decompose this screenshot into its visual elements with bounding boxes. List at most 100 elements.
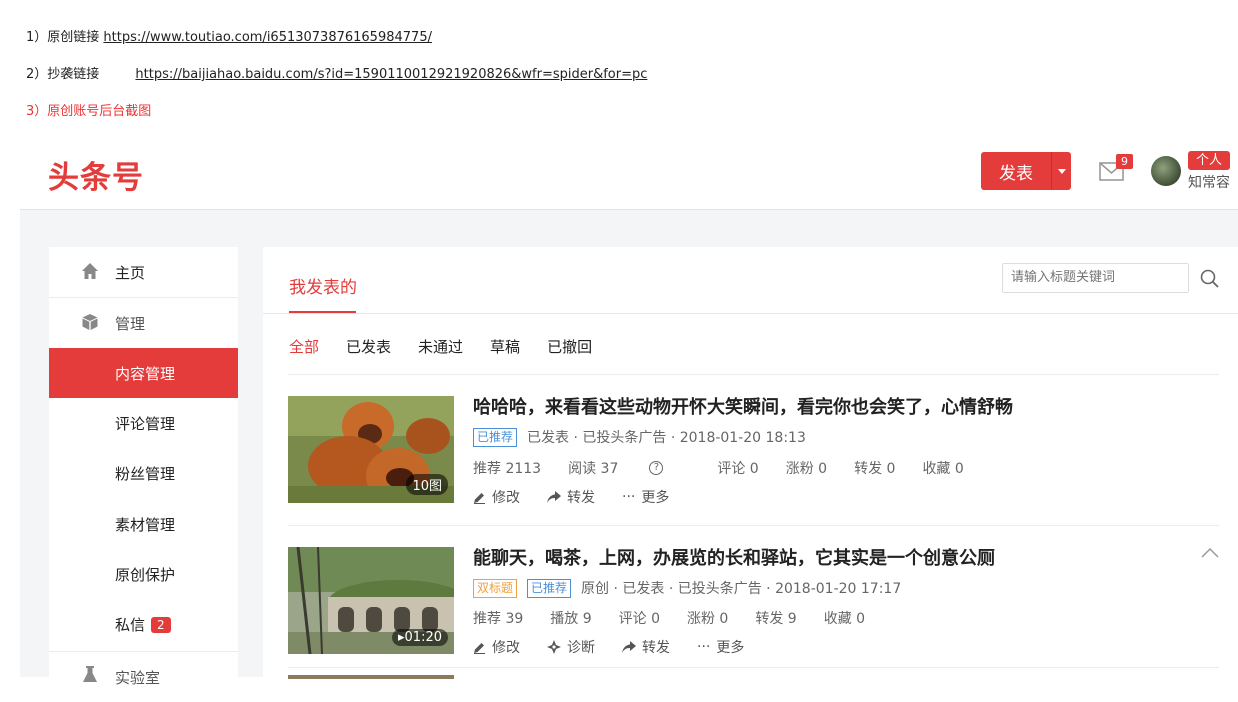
share-arrow-icon [547, 491, 561, 503]
publish-label[interactable]: 发表 [981, 159, 1051, 184]
filter-all[interactable]: 全部 [289, 336, 319, 357]
sidebar-item-content[interactable]: 内容管理 [49, 348, 238, 398]
sidebar: 主页 管理 内容管理 评论管理 粉丝管理 素材管理 原创保护 私信 2 实验室 [49, 247, 238, 687]
filter-withdrawn[interactable]: 已撤回 [547, 336, 592, 357]
share-action[interactable]: 转发 [622, 637, 670, 657]
stat-new-fans: 涨粉 0 [686, 611, 729, 627]
sidebar-item-label: 管理 [115, 314, 146, 333]
avatar[interactable] [1151, 156, 1181, 186]
status-filters: 全部 已发表 未通过 草稿 已撤回 [289, 336, 619, 357]
share-label: 转发 [567, 490, 595, 506]
help-icon[interactable]: ? [649, 461, 664, 475]
sidebar-item-comments[interactable]: 评论管理 [49, 398, 238, 448]
edit-action[interactable]: 修改 [473, 637, 520, 657]
logo[interactable]: 头条号 [48, 152, 144, 197]
article-status: 已发表 · 已投头条广告 · 2018-01-20 18:13 [527, 430, 806, 446]
content-panel: 我发表的 全部 已发表 未通过 草稿 已撤回 10图 哈哈哈，来看看这些动物开怀… [263, 247, 1238, 679]
stat-shares: 转发 9 [755, 611, 797, 627]
sidebar-item-lab[interactable]: 实验室 [49, 652, 238, 702]
more-action[interactable]: ··· 更多 [697, 637, 744, 657]
article-stats: 推荐 39 播放 9 评论 0 涨粉 0 转发 9 收藏 0 [473, 608, 892, 628]
filter-drafts[interactable]: 草稿 [490, 336, 520, 357]
share-arrow-icon [622, 641, 636, 653]
stat-new-fans: 涨粉 0 [785, 461, 828, 477]
sidebar-item-messages[interactable]: 私信 2 [49, 599, 238, 649]
home-icon [82, 263, 98, 279]
sidebar-item-fans[interactable]: 粉丝管理 [49, 448, 238, 498]
article-actions: 修改 转发 ··· 更多 [473, 487, 696, 507]
stat-favorites: 收藏 0 [823, 611, 866, 627]
article-title[interactable]: 能聊天，喝茶，上网，办展览的长和驿站，它其实是一个创意公厕 [473, 544, 995, 570]
stat-recommend: 推荐 39 [473, 611, 524, 627]
stat-shares: 转发 0 [854, 461, 896, 477]
tab-my-published[interactable]: 我发表的 [289, 273, 357, 298]
stat-favorites: 收藏 0 [922, 461, 964, 477]
note-original-link: 1）原创链接 https://www.toutiao.com/i65130738… [26, 26, 432, 45]
sidebar-item-home[interactable]: 主页 [49, 247, 238, 297]
filter-published[interactable]: 已发表 [346, 336, 391, 357]
stat-recommend: 推荐 2113 [473, 461, 542, 477]
share-action[interactable]: 转发 [547, 487, 595, 507]
original-link[interactable]: https://www.toutiao.com/i651307387616598… [103, 30, 432, 45]
sidebar-item-original-protection[interactable]: 原创保护 [49, 549, 238, 599]
note-screenshot: 3）原创账号后台截图 [26, 104, 152, 119]
message-count-badge: 2 [151, 616, 171, 633]
article-stats: 推荐 2113 阅读 37? 评论 0 涨粉 0 转发 0 收藏 0 [473, 458, 991, 478]
sidebar-item-label: 内容管理 [115, 364, 176, 383]
pencil-icon [474, 642, 485, 654]
more-action[interactable]: ··· 更多 [622, 487, 669, 507]
cube-icon [82, 314, 98, 330]
sidebar-item-label-wrap: 私信 2 [115, 614, 171, 635]
recommended-tag: 已推荐 [473, 427, 518, 447]
sidebar-item-label: 评论管理 [115, 414, 176, 433]
article-title[interactable]: 哈哈哈，来看看这些动物开怀大笑瞬间，看完你也会笑了，心情舒畅 [473, 393, 1013, 419]
article-thumbnail[interactable]: ▸01:20 [288, 547, 454, 654]
sidebar-item-label: 主页 [115, 263, 146, 282]
search-icon[interactable] [1200, 269, 1220, 289]
note-copied-link: 2）抄袭链接 https://baijiahao.baidu.com/s?id=… [26, 63, 647, 82]
article-meta: 已推荐 已发表 · 已投头条广告 · 2018-01-20 18:13 [473, 427, 806, 447]
sidebar-item-label: 实验室 [115, 668, 161, 687]
sidebar-item-label: 素材管理 [115, 515, 176, 534]
ellipsis-icon: ··· [697, 639, 711, 655]
ellipsis-icon: ··· [622, 489, 636, 505]
article-thumbnail[interactable]: 10图 [288, 396, 454, 503]
note-1-prefix: 1）原创链接 [26, 30, 100, 45]
sidebar-item-materials[interactable]: 素材管理 [49, 499, 238, 549]
account-type-badge: 个人 [1188, 151, 1230, 170]
pencil-icon [474, 492, 485, 504]
search-input[interactable] [1002, 263, 1189, 293]
stat-comments: 评论 0 [717, 461, 759, 477]
article-status: 原创 · 已发表 · 已投头条广告 · 2018-01-20 17:17 [581, 581, 902, 597]
share-label: 转发 [642, 640, 670, 656]
article-actions: 修改 诊断 转发 ··· 更多 [473, 637, 771, 657]
more-label: 更多 [716, 640, 745, 656]
article-meta: 双标题 已推荐 原创 · 已发表 · 已投头条广告 · 2018-01-20 1… [473, 578, 901, 598]
filter-rejected[interactable]: 未通过 [418, 336, 463, 357]
sidebar-item-label: 粉丝管理 [115, 464, 176, 483]
publish-button[interactable]: 发表 [981, 152, 1071, 190]
chevron-down-icon[interactable] [1052, 168, 1071, 174]
username[interactable]: 知常容 [1188, 172, 1230, 192]
sidebar-item-label: 私信 [115, 615, 146, 634]
edit-action[interactable]: 修改 [473, 487, 520, 507]
diagnose-action[interactable]: 诊断 [547, 637, 595, 657]
stat-comments: 评论 0 [618, 611, 660, 627]
mail-count-badge: 9 [1116, 154, 1133, 169]
video-duration: 01:20 [404, 630, 442, 645]
stat-reads-wrap: 阅读 37? [568, 458, 690, 478]
stat-reads: 阅读 37 [568, 461, 619, 477]
double-title-tag: 双标题 [473, 578, 518, 598]
diagnose-icon [547, 640, 561, 654]
chevron-up-icon[interactable] [1201, 547, 1219, 559]
diagnose-label: 诊断 [567, 640, 595, 656]
sidebar-item-label: 原创保护 [115, 565, 176, 584]
note-2-prefix: 2）抄袭链接 [26, 67, 100, 82]
stat-plays: 播放 9 [550, 611, 592, 627]
sidebar-item-manage[interactable]: 管理 [49, 298, 238, 348]
copied-link[interactable]: https://baijiahao.baidu.com/s?id=1590110… [135, 67, 647, 82]
edit-label: 修改 [492, 490, 520, 506]
image-count-badge: 10图 [406, 474, 448, 495]
recommended-tag: 已推荐 [527, 578, 572, 598]
edit-label: 修改 [492, 640, 520, 656]
